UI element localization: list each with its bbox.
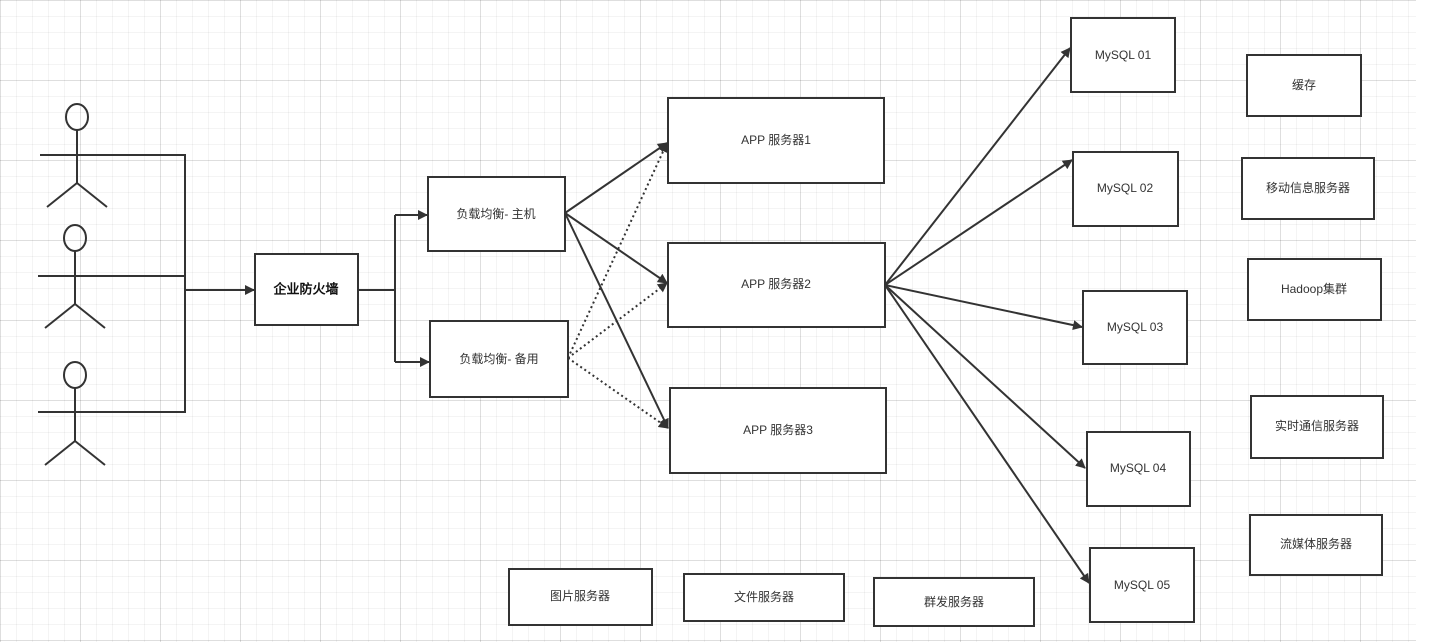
image-server[interactable]: 图片服务器 — [508, 568, 653, 626]
mysql-01[interactable]: MySQL 01 — [1070, 17, 1176, 93]
user-actor-2[interactable] — [38, 224, 113, 329]
app-server-3-label: APP 服务器3 — [743, 422, 813, 437]
app-server-2-label: APP 服务器2 — [741, 276, 811, 291]
mass-message-server[interactable]: 群发服务器 — [873, 577, 1035, 627]
mysql-05[interactable]: MySQL 05 — [1089, 547, 1195, 623]
mobile-message-server-label: 移动信息服务器 — [1266, 180, 1350, 195]
streaming-media-server-label: 流媒体服务器 — [1280, 536, 1352, 551]
cache-node[interactable]: 缓存 — [1246, 54, 1362, 117]
load-balancer-primary-label: 负载均衡- 主机 — [456, 207, 535, 221]
load-balancer-backup[interactable]: 负载均衡- 备用 — [429, 320, 569, 398]
firewall-label: 企业防火墙 — [272, 281, 338, 296]
hadoop-cluster[interactable]: Hadoop集群 — [1247, 258, 1382, 321]
mysql-05-label: MySQL 05 — [1114, 578, 1171, 592]
cache-label: 缓存 — [1292, 78, 1316, 92]
mysql-03-label: MySQL 03 — [1107, 320, 1164, 334]
image-server-label: 图片服务器 — [550, 588, 610, 603]
file-server[interactable]: 文件服务器 — [683, 573, 845, 622]
mass-message-server-label: 群发服务器 — [924, 594, 984, 609]
firewall-node[interactable]: 企业防火墙 — [254, 253, 359, 326]
hadoop-cluster-label: Hadoop集群 — [1281, 281, 1347, 296]
app-server-2[interactable]: APP 服务器2 — [667, 242, 886, 328]
mysql-02-label: MySQL 02 — [1097, 181, 1154, 195]
app-server-3[interactable]: APP 服务器3 — [669, 387, 887, 474]
load-balancer-primary[interactable]: 负载均衡- 主机 — [427, 176, 566, 252]
file-server-label: 文件服务器 — [734, 589, 794, 604]
user-actor-1[interactable] — [40, 103, 115, 208]
realtime-comm-server[interactable]: 实时通信服务器 — [1250, 395, 1384, 459]
realtime-comm-server-label: 实时通信服务器 — [1275, 418, 1359, 433]
app-server-1[interactable]: APP 服务器1 — [667, 97, 885, 184]
mobile-message-server[interactable]: 移动信息服务器 — [1241, 157, 1375, 220]
diagram-canvas: 企业防火墙 负载均衡- 主机 负载均衡- 备用 APP 服务器1 APP 服务器… — [0, 0, 1436, 642]
mysql-04-label: MySQL 04 — [1110, 461, 1167, 475]
streaming-media-server[interactable]: 流媒体服务器 — [1249, 514, 1383, 576]
app-server-1-label: APP 服务器1 — [741, 132, 811, 147]
load-balancer-backup-label: 负载均衡- 备用 — [459, 352, 538, 366]
mysql-04[interactable]: MySQL 04 — [1086, 431, 1191, 507]
mysql-02[interactable]: MySQL 02 — [1072, 151, 1179, 227]
user-actor-3[interactable] — [38, 361, 113, 466]
lb-app-connectors — [564, 142, 669, 429]
mysql-03[interactable]: MySQL 03 — [1082, 290, 1188, 365]
mysql-01-label: MySQL 01 — [1095, 48, 1152, 62]
app-db-connectors — [884, 47, 1090, 584]
architecture-diagram: 企业防火墙 负载均衡- 主机 负载均衡- 备用 APP 服务器1 APP 服务器… — [38, 17, 1384, 627]
